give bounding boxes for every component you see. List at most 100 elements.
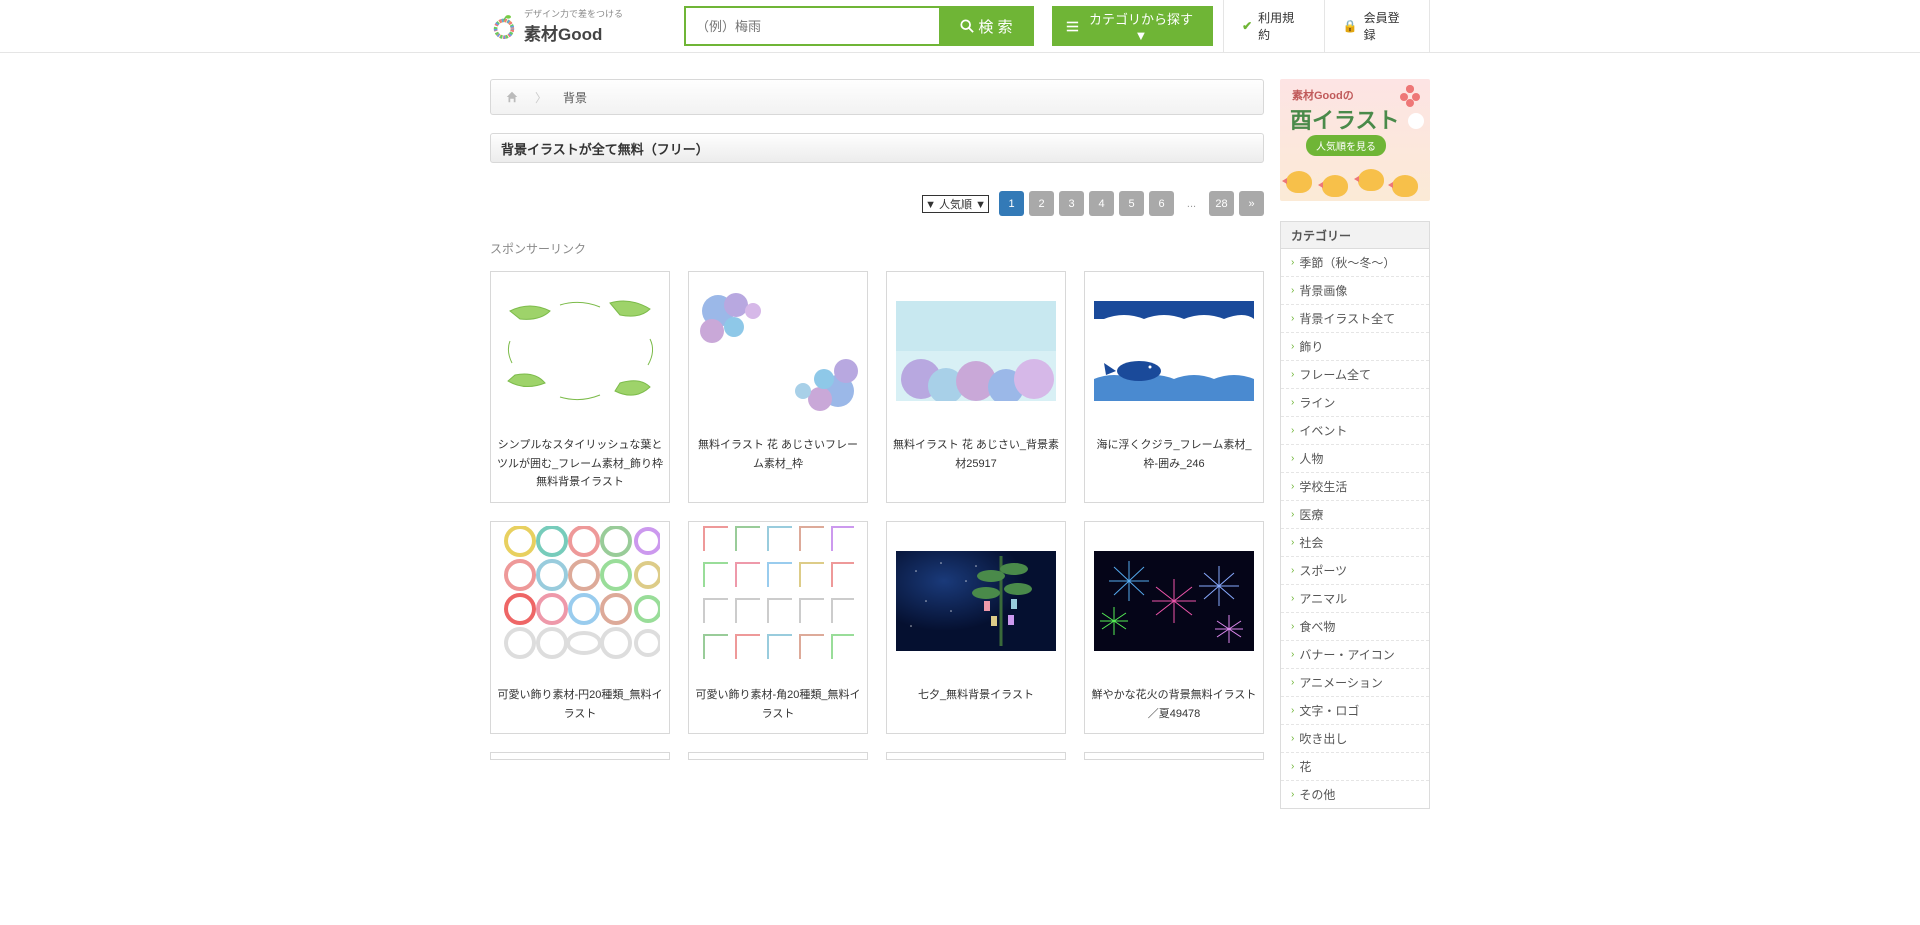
thumbnail — [1089, 276, 1259, 426]
header-links: ✔ 利用規約 🔒 会員登録 — [1223, 0, 1430, 52]
category-item[interactable]: ›フレーム全て — [1281, 360, 1429, 388]
page-ellipsis: ... — [1179, 191, 1204, 216]
flower-icon — [1408, 113, 1424, 129]
category-item[interactable]: › 社会 — [1281, 528, 1429, 556]
card-title: シンプルなスタイリッシュな葉とツルが囲む_フレーム素材_飾り枠無料背景イラスト — [495, 436, 665, 492]
card-item[interactable]: 可愛い飾り素材-円20種類_無料イラスト — [490, 521, 670, 734]
chevron-right-icon: › — [1291, 677, 1294, 688]
category-item[interactable]: ›その他 — [1281, 780, 1429, 808]
category-label: 社会 — [1299, 534, 1323, 551]
breadcrumb-separator: 〉 — [535, 89, 547, 106]
category-item[interactable]: ›学校生活 — [1281, 472, 1429, 500]
card-item[interactable] — [490, 752, 670, 760]
category-item[interactable]: ›食べ物 — [1281, 612, 1429, 640]
site-logo[interactable]: デザイン力で差をつける 素材Good — [490, 7, 674, 45]
category-item[interactable]: › 文字・ロゴ — [1281, 696, 1429, 724]
list-controls: ▼ 人気順 ▼ 1 2 3 4 5 6 ... 28 » — [490, 191, 1264, 216]
page-1[interactable]: 1 — [999, 191, 1024, 216]
logo-title: 素材Good — [524, 20, 623, 45]
category-item[interactable]: › スポーツ — [1281, 556, 1429, 584]
card-item[interactable]: シンプルなスタイリッシュな葉とツルが囲む_フレーム素材_飾り枠無料背景イラスト — [490, 271, 670, 503]
chevron-right-icon: › — [1291, 649, 1294, 660]
category-button-label: カテゴリから探す▼ — [1083, 9, 1199, 43]
sort-select[interactable]: ▼ 人気順 ▼ — [922, 195, 989, 213]
chevron-right-icon: › — [1291, 313, 1294, 324]
thumbnail — [693, 526, 863, 676]
chick-icon — [1286, 171, 1312, 193]
chevron-right-icon: › — [1291, 397, 1294, 408]
card-item[interactable]: 無料イラスト 花 あじさい_背景素材25917 — [886, 271, 1066, 503]
card-title: 無料イラスト 花 あじさいフレーム素材_枠 — [693, 436, 863, 473]
page-6[interactable]: 6 — [1149, 191, 1174, 216]
banner-button: 人気順を見る — [1306, 135, 1386, 156]
page-3[interactable]: 3 — [1059, 191, 1084, 216]
page-2[interactable]: 2 — [1029, 191, 1054, 216]
card-item[interactable]: 海に浮くクジラ_フレーム素材_枠-囲み_246 — [1084, 271, 1264, 503]
chevron-right-icon: › — [1291, 593, 1294, 604]
card-item[interactable]: 七夕_無料背景イラスト — [886, 521, 1066, 734]
category-item[interactable]: › 医療 — [1281, 500, 1429, 528]
category-label: 背景画像 — [1299, 282, 1347, 299]
category-item[interactable]: ›人物 — [1281, 444, 1429, 472]
register-link[interactable]: 🔒 会員登録 — [1324, 0, 1430, 52]
thumbnail — [891, 526, 1061, 676]
thumbnail — [891, 276, 1061, 426]
check-icon: ✔ — [1242, 19, 1252, 33]
category-item[interactable]: ›花 — [1281, 752, 1429, 780]
terms-link[interactable]: ✔ 利用規約 — [1223, 0, 1324, 52]
search-button-label: 検 索 — [978, 16, 1012, 37]
logo-icon — [490, 12, 518, 40]
page-5[interactable]: 5 — [1119, 191, 1144, 216]
category-item[interactable]: ›ライン — [1281, 388, 1429, 416]
chevron-right-icon: › — [1291, 537, 1294, 548]
card-item[interactable]: 鮮やかな花火の背景無料イラスト／夏49478 — [1084, 521, 1264, 734]
card-title: 可愛い飾り素材-角20種類_無料イラスト — [693, 686, 863, 723]
page-last[interactable]: 28 — [1209, 191, 1234, 216]
category-item[interactable]: ›飾り — [1281, 332, 1429, 360]
category-label: 学校生活 — [1299, 478, 1347, 495]
search-icon — [960, 19, 974, 33]
card-item[interactable] — [1084, 752, 1264, 760]
page-next[interactable]: » — [1239, 191, 1264, 216]
category-label: 文字・ロゴ — [1299, 702, 1359, 719]
chevron-right-icon: › — [1291, 565, 1294, 576]
promo-banner[interactable]: 素材Goodの 酉イラスト 人気順を見る — [1280, 79, 1430, 201]
category-item[interactable]: › 背景イラスト全て — [1281, 304, 1429, 332]
card-item[interactable]: 可愛い飾り素材-角20種類_無料イラスト — [688, 521, 868, 734]
category-label: スポーツ — [1299, 562, 1347, 579]
card-grid: シンプルなスタイリッシュな葉とツルが囲む_フレーム素材_飾り枠無料背景イラスト — [490, 271, 1264, 734]
category-label: 医療 — [1299, 506, 1323, 523]
page-4[interactable]: 4 — [1089, 191, 1114, 216]
category-item[interactable]: ›吹き出し — [1281, 724, 1429, 752]
category-label: 背景イラスト全て — [1299, 310, 1395, 327]
card-item[interactable] — [886, 752, 1066, 760]
card-item[interactable]: 無料イラスト 花 あじさいフレーム素材_枠 — [688, 271, 868, 503]
chevron-right-icon: › — [1291, 369, 1294, 380]
banner-line1: 素材Goodの — [1292, 87, 1354, 103]
category-dropdown-button[interactable]: カテゴリから探す▼ — [1052, 6, 1213, 46]
category-item[interactable]: › バナー・アイコン — [1281, 640, 1429, 668]
search-button[interactable]: 検 索 — [939, 6, 1034, 46]
category-item[interactable]: ›イベント — [1281, 416, 1429, 444]
category-label: バナー・アイコン — [1299, 646, 1394, 663]
card-item[interactable] — [688, 752, 868, 760]
home-icon[interactable] — [505, 90, 519, 104]
category-label: 飾り — [1299, 338, 1323, 355]
category-item[interactable]: ›季節（秋～冬～） — [1281, 249, 1429, 276]
chevron-right-icon: › — [1291, 509, 1294, 520]
search-input[interactable] — [684, 6, 939, 46]
main-column: 〉 背景 背景イラストが全て無料（フリー） ▼ 人気順 ▼ 1 2 3 4 5 … — [490, 79, 1264, 809]
thumbnail — [495, 526, 665, 676]
category-item[interactable]: ›背景画像 — [1281, 276, 1429, 304]
category-item[interactable]: ›アニマル — [1281, 584, 1429, 612]
chevron-right-icon: › — [1291, 621, 1294, 632]
chevron-right-icon: › — [1291, 705, 1294, 716]
header-inner: デザイン力で差をつける 素材Good 検 索 カテゴリから探す▼ ✔ 利用規約 … — [490, 0, 1430, 52]
list-icon — [1066, 20, 1079, 33]
register-label: 会員登録 — [1364, 9, 1411, 43]
chevron-right-icon: › — [1291, 789, 1294, 800]
category-label: 人物 — [1299, 450, 1323, 467]
chevron-right-icon: › — [1291, 425, 1294, 436]
thumbnail — [693, 276, 863, 426]
category-item[interactable]: ›アニメーション — [1281, 668, 1429, 696]
